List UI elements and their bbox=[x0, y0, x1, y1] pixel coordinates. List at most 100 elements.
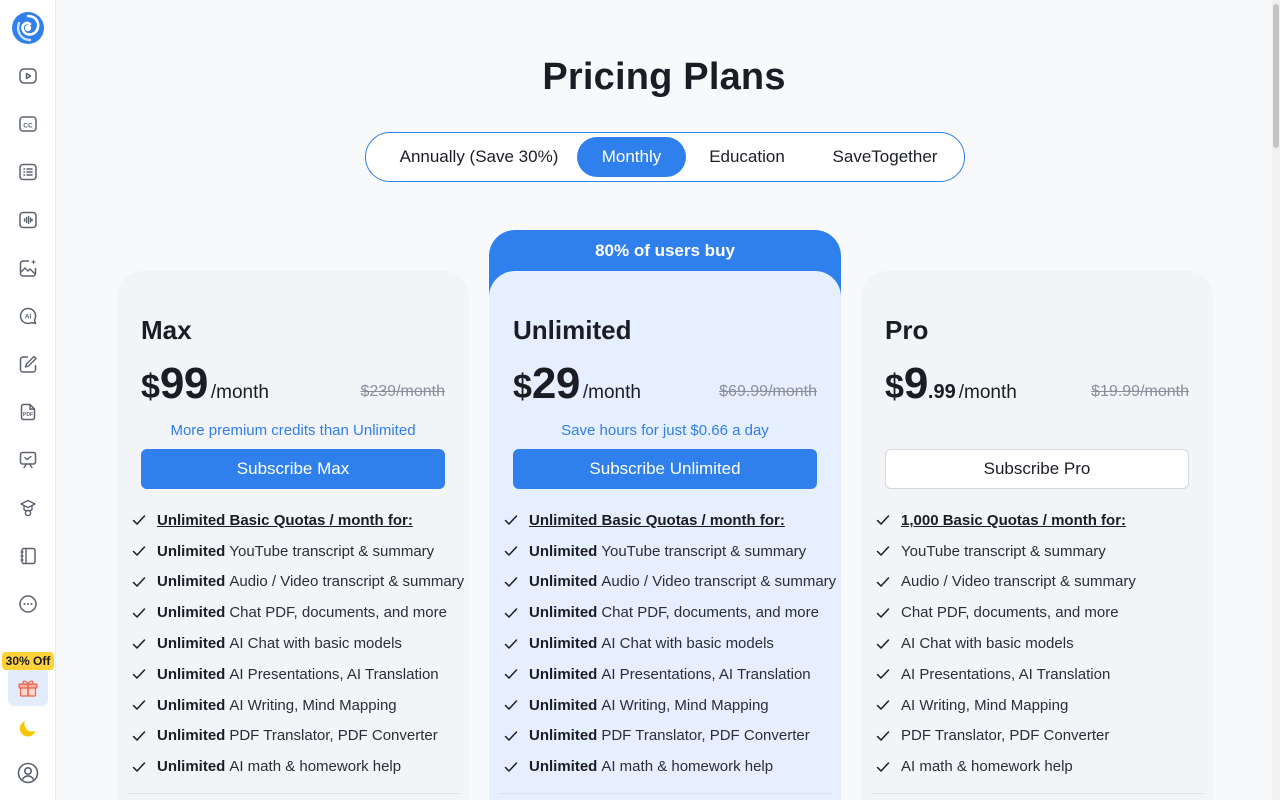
graduation-icon[interactable] bbox=[18, 498, 38, 518]
feature-emphasis: Unlimited bbox=[529, 665, 598, 683]
feature-header-text[interactable]: Unlimited Basic Quotas / month for: bbox=[157, 512, 413, 529]
feature-list-header[interactable]: 1,000 Basic Quotas / month for: bbox=[875, 505, 1211, 536]
feature-item: Unlimited AI Writing, Mind Mapping bbox=[503, 690, 839, 721]
feature-item: Chat PDF, documents, and more bbox=[875, 597, 1211, 628]
youtube-icon[interactable] bbox=[18, 66, 38, 86]
tab-annually[interactable]: Annually (Save 30%) bbox=[381, 137, 577, 177]
check-icon bbox=[132, 546, 146, 556]
subscribe-unlimited-button[interactable]: Subscribe Unlimited bbox=[513, 449, 817, 489]
feature-header-text[interactable]: 1,000 Basic Quotas / month for: bbox=[901, 512, 1126, 529]
check-icon bbox=[504, 515, 518, 526]
feature-text: AI math & homework help bbox=[901, 758, 1073, 776]
billing-period-toggle: Annually (Save 30%) Monthly Education Sa… bbox=[365, 132, 965, 182]
feature-text: PDF Translator, PDF Converter bbox=[901, 727, 1110, 745]
feature-text: AI Presentations, AI Translation bbox=[901, 665, 1111, 683]
check-icon bbox=[132, 515, 146, 526]
check-icon bbox=[504, 608, 518, 618]
account-icon[interactable] bbox=[17, 762, 39, 784]
scrollbar-thumb[interactable] bbox=[1273, 4, 1279, 148]
check-icon bbox=[504, 577, 518, 587]
captions-icon[interactable]: CC bbox=[18, 114, 38, 134]
feature-text: AI Writing, Mind Mapping bbox=[601, 696, 769, 714]
feature-emphasis: Unlimited bbox=[157, 635, 226, 653]
check-icon bbox=[876, 731, 890, 741]
feature-text: YouTube transcript & summary bbox=[901, 542, 1106, 560]
tab-education[interactable]: Education bbox=[694, 137, 800, 177]
price-amount: 29 bbox=[531, 359, 580, 408]
divider bbox=[871, 793, 1203, 794]
feature-item: Unlimited Audio / Video transcript & summ… bbox=[503, 567, 839, 598]
audio-wave-icon[interactable] bbox=[18, 210, 38, 230]
plan-card-unlimited: 80% of users buy Unlimited $ 29 /month $… bbox=[489, 230, 841, 800]
check-icon bbox=[504, 546, 518, 556]
pdf-icon[interactable]: PDF bbox=[18, 402, 38, 422]
price-cents: .99 bbox=[927, 381, 956, 403]
feature-list-header[interactable]: Unlimited Basic Quotas / month for: bbox=[131, 505, 467, 536]
feature-emphasis: Unlimited bbox=[157, 665, 226, 683]
feature-text: Audio / Video transcript & summary bbox=[901, 573, 1136, 591]
feature-text: Audio / Video transcript & summary bbox=[229, 573, 465, 591]
feature-list-header[interactable]: Unlimited Basic Quotas / month for: bbox=[503, 505, 839, 536]
image-sparkle-icon[interactable] bbox=[18, 258, 38, 278]
feature-list: Unlimited Basic Quotas / month for: Unlim… bbox=[131, 505, 467, 782]
feature-text: AI Presentations, AI Translation bbox=[229, 665, 439, 683]
check-icon bbox=[504, 669, 518, 680]
sidebar: CC AI PDF 30% Off bbox=[0, 0, 56, 800]
app-logo-icon[interactable] bbox=[11, 11, 45, 45]
check-icon bbox=[132, 638, 146, 649]
more-icon[interactable] bbox=[18, 594, 38, 614]
promo-offer[interactable]: 30% Off bbox=[2, 652, 54, 708]
old-price: $19.99/month bbox=[1091, 383, 1189, 400]
tab-savetogether[interactable]: SaveTogether bbox=[814, 137, 956, 177]
check-icon bbox=[132, 762, 146, 772]
feature-emphasis: Unlimited bbox=[157, 758, 226, 776]
feature-item: Unlimited Chat PDF, documents, and more bbox=[131, 597, 467, 628]
ai-chat-icon[interactable]: AI bbox=[18, 306, 38, 326]
feature-emphasis: Unlimited bbox=[529, 635, 598, 653]
price-currency: $ bbox=[141, 368, 160, 406]
check-icon bbox=[876, 762, 890, 772]
plan-price: $ 29 /month bbox=[513, 359, 641, 408]
price-amount: 99 bbox=[159, 359, 208, 408]
scrollbar[interactable] bbox=[1272, 0, 1280, 800]
feature-header-text[interactable]: Unlimited Basic Quotas / month for: bbox=[529, 512, 785, 529]
divider bbox=[499, 793, 831, 794]
feature-emphasis: Unlimited bbox=[529, 573, 598, 591]
plan-price: $ 9 .99 /month bbox=[885, 359, 1017, 408]
check-icon bbox=[132, 700, 146, 710]
feature-item: Unlimited YouTube transcript & summary bbox=[131, 536, 467, 567]
feature-text: AI Writing, Mind Mapping bbox=[901, 696, 1069, 714]
price-currency: $ bbox=[885, 368, 904, 406]
pen-write-icon[interactable] bbox=[18, 354, 38, 374]
feature-item: YouTube transcript & summary bbox=[875, 536, 1211, 567]
presentation-icon[interactable] bbox=[18, 450, 38, 470]
subscribe-pro-button[interactable]: Subscribe Pro bbox=[885, 449, 1189, 489]
price-period: /month bbox=[210, 382, 269, 403]
feature-emphasis: Unlimited bbox=[529, 542, 598, 560]
list-icon[interactable] bbox=[18, 162, 38, 182]
feature-emphasis: Unlimited bbox=[157, 604, 226, 622]
plan-card-max: Max $ 99 /month $239/month More premium … bbox=[117, 271, 469, 800]
plan-price: $ 99 /month bbox=[141, 359, 269, 408]
feature-item: AI math & homework help bbox=[875, 751, 1211, 782]
feature-item: Unlimited AI Chat with basic models bbox=[503, 628, 839, 659]
price-period: /month bbox=[582, 382, 641, 403]
gift-icon[interactable] bbox=[8, 668, 48, 706]
svg-text:CC: CC bbox=[23, 122, 33, 129]
subscribe-max-button[interactable]: Subscribe Max bbox=[141, 449, 445, 489]
old-price: $69.99/month bbox=[719, 383, 817, 400]
feature-item: Unlimited AI Chat with basic models bbox=[131, 628, 467, 659]
check-icon bbox=[132, 669, 146, 680]
feature-item: Unlimited Chat PDF, documents, and more bbox=[503, 597, 839, 628]
feature-emphasis: Unlimited bbox=[529, 604, 598, 622]
feature-text: AI Writing, Mind Mapping bbox=[229, 696, 397, 714]
tab-monthly[interactable]: Monthly bbox=[577, 137, 686, 177]
notebook-icon[interactable] bbox=[18, 546, 38, 566]
dark-mode-moon-icon[interactable] bbox=[17, 717, 39, 739]
feature-emphasis: Unlimited bbox=[529, 696, 598, 714]
divider bbox=[127, 793, 459, 794]
feature-text: PDF Translator, PDF Converter bbox=[601, 727, 810, 745]
feature-text: AI Presentations, AI Translation bbox=[601, 665, 811, 683]
feature-emphasis: Unlimited bbox=[157, 727, 226, 745]
feature-text: AI Chat with basic models bbox=[229, 635, 402, 653]
